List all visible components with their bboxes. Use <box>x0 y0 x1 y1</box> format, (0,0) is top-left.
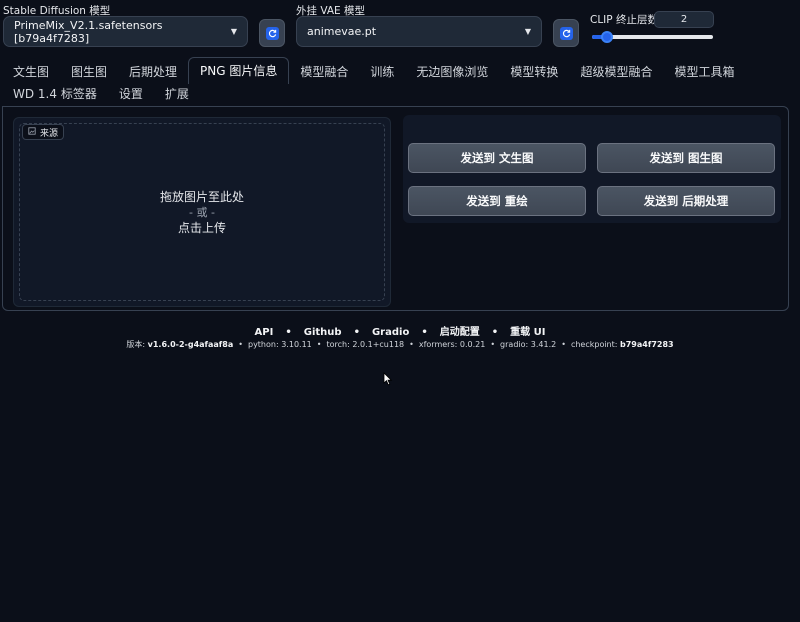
refresh-model-button[interactable] <box>259 19 285 47</box>
clip-slider-thumb[interactable] <box>601 31 613 43</box>
model-select-value: PrimeMix_V2.1.safetensors [b79a4f7283] <box>14 18 163 45</box>
tab-r2-0[interactable]: WD 1.4 标签器 <box>2 83 108 106</box>
torch-version: 2.0.1+cu118 <box>352 340 405 349</box>
gradio-version: 3.41.2 <box>530 340 557 349</box>
version-value: v1.6.0-2-g4afaaf8a <box>147 340 234 349</box>
image-icon <box>28 126 36 138</box>
gradio-link[interactable]: Gradio <box>372 327 409 338</box>
version-info: 版本: v1.6.0-2-g4afaaf8a • python: 3.10.11 • t… <box>126 340 674 349</box>
checkpoint-value: b79a4f7283 <box>620 340 674 349</box>
source-label: 来源 <box>22 124 65 140</box>
chevron-down-icon: ▼ <box>524 27 531 36</box>
clip-slider[interactable] <box>592 31 713 43</box>
clip-number-input[interactable]: 2 <box>654 11 714 28</box>
png-info-panel: 拖放图片至此处 - 或 - 点击上传 来源 发送到 文生图 发送到 图生图 发送… <box>2 106 789 311</box>
mouse-cursor-icon <box>383 372 393 386</box>
api-link[interactable]: API <box>255 327 274 338</box>
tab-r1-9[interactable]: 模型工具箱 <box>663 61 745 84</box>
or-text: - 或 - <box>189 205 215 219</box>
footer-links: API • Github • Gradio • 启动配置 • 重载 UI <box>254 327 546 338</box>
tab-r1-5[interactable]: 训练 <box>359 61 405 84</box>
chevron-down-icon: ▼ <box>230 27 237 36</box>
tab-bar-row1: 文生图 图生图 后期处理 PNG 图片信息 模型融合 训练 无边图像浏览 模型转换 超级模型融合… <box>2 57 745 84</box>
vae-select-value: animevae.pt <box>307 25 377 38</box>
refresh-icon <box>559 26 573 40</box>
image-upload-block: 拖放图片至此处 - 或 - 点击上传 来源 <box>13 117 391 307</box>
xformers-version: 0.0.21 <box>459 340 486 349</box>
tab-r1-0[interactable]: 文生图 <box>2 61 60 84</box>
tab-r2-2[interactable]: 扩展 <box>154 83 200 106</box>
refresh-vae-button[interactable] <box>553 19 579 47</box>
source-label-text: 来源 <box>40 128 59 139</box>
send-to-extras-button[interactable]: 发送到 后期处理 <box>597 186 775 216</box>
tab-r1-6[interactable]: 无边图像浏览 <box>405 61 499 84</box>
send-to-txt2img-button[interactable]: 发送到 文生图 <box>408 143 586 173</box>
reload-ui-link[interactable]: 重载 UI <box>510 327 545 338</box>
clip-label: CLIP 终止层数 <box>590 14 658 26</box>
tab-r1-8[interactable]: 超级模型融合 <box>569 61 663 84</box>
tab-r1-4[interactable]: 模型融合 <box>289 61 359 84</box>
model-select[interactable]: PrimeMix_V2.1.safetensors [b79a4f7283] ▼ <box>3 16 248 47</box>
click-upload-text: 点击上传 <box>177 220 226 235</box>
python-version: 3.10.11 <box>281 340 312 349</box>
image-drop-zone[interactable]: 拖放图片至此处 - 或 - 点击上传 <box>19 123 385 301</box>
send-buttons-group: 发送到 文生图 发送到 图生图 发送到 重绘 发送到 后期处理 <box>403 115 781 223</box>
drop-text: 拖放图片至此处 <box>159 189 244 204</box>
tab-bar-row2: WD 1.4 标签器 设置 扩展 <box>2 83 200 106</box>
send-to-inpaint-button[interactable]: 发送到 重绘 <box>408 186 586 216</box>
tab-r1-3[interactable]: PNG 图片信息 <box>188 57 290 84</box>
tab-r1-2[interactable]: 后期处理 <box>118 61 188 84</box>
startup-profile-link[interactable]: 启动配置 <box>440 327 480 338</box>
send-to-img2img-button[interactable]: 发送到 图生图 <box>597 143 775 173</box>
vae-select[interactable]: animevae.pt ▼ <box>296 16 542 47</box>
tab-r2-1[interactable]: 设置 <box>108 83 154 106</box>
github-link[interactable]: Github <box>304 327 342 338</box>
tab-r1-7[interactable]: 模型转换 <box>499 61 569 84</box>
refresh-icon <box>265 26 279 40</box>
tab-r1-1[interactable]: 图生图 <box>60 61 118 84</box>
